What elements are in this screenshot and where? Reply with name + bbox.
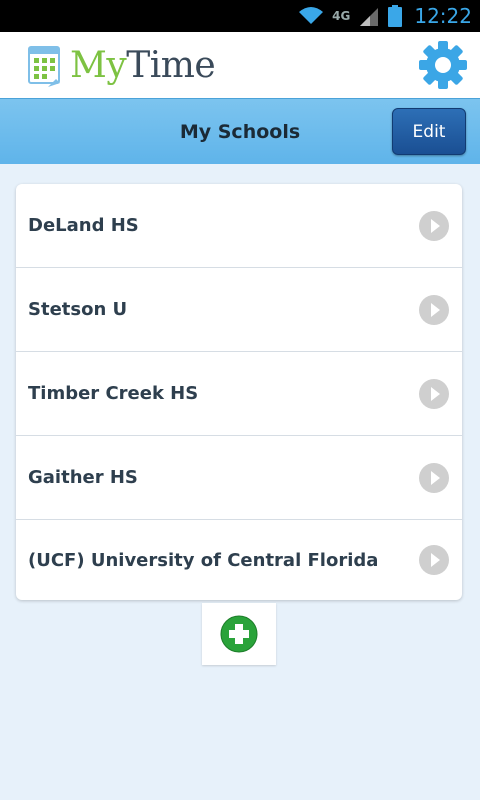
status-time: 12:22 xyxy=(414,4,472,28)
wifi-icon xyxy=(299,7,324,24)
school-name: Timber Creek HS xyxy=(28,383,199,404)
app-header: MyTime xyxy=(0,32,480,98)
gear-icon xyxy=(419,41,467,89)
school-name: (UCF) University of Central Florida xyxy=(28,549,379,571)
list-item[interactable]: (UCF) University of Central Florida xyxy=(16,520,462,600)
list-item[interactable]: DeLand HS xyxy=(16,184,462,268)
title-bar: My Schools Edit xyxy=(0,98,480,164)
battery-icon xyxy=(388,5,403,27)
network-type-label: 4G xyxy=(332,9,351,23)
add-school-button[interactable] xyxy=(202,603,276,665)
status-bar: 4G 12:22 xyxy=(0,0,480,32)
list-item[interactable]: Stetson U xyxy=(16,268,462,352)
list-item[interactable]: Timber Creek HS xyxy=(16,352,462,436)
app-logo-text: MyTime xyxy=(70,44,216,86)
app-logo: MyTime xyxy=(28,43,216,87)
logo-time-text: Time xyxy=(126,44,216,86)
school-name: Gaither HS xyxy=(28,467,138,488)
school-list: DeLand HS Stetson U Timber Creek HS Gait… xyxy=(16,184,462,600)
chevron-right-circle-icon xyxy=(419,294,449,325)
school-name: DeLand HS xyxy=(28,215,139,236)
chevron-right-circle-icon xyxy=(419,545,449,575)
edit-button[interactable]: Edit xyxy=(392,108,466,155)
chevron-right-circle-icon xyxy=(419,378,449,409)
page-title: My Schools xyxy=(179,120,301,143)
plus-circle-icon xyxy=(220,615,258,653)
school-name: Stetson U xyxy=(28,299,128,320)
chevron-right-circle-icon xyxy=(419,210,449,241)
chevron-right-circle-icon xyxy=(419,462,449,493)
signal-icon xyxy=(360,8,379,26)
settings-button[interactable] xyxy=(418,40,468,90)
logo-my-text: My xyxy=(70,44,127,86)
calendar-icon xyxy=(28,46,60,87)
list-item[interactable]: Gaither HS xyxy=(16,436,462,520)
